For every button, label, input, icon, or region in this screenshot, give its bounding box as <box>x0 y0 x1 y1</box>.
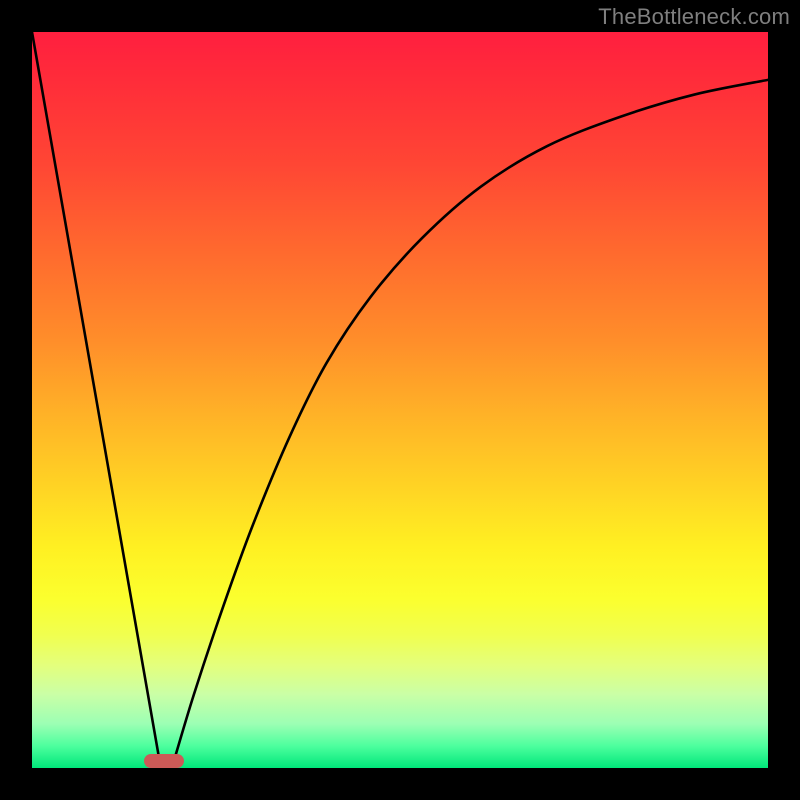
chart-frame: TheBottleneck.com <box>0 0 800 800</box>
left-line <box>32 32 161 768</box>
plot-area <box>32 32 768 768</box>
watermark-text: TheBottleneck.com <box>598 4 790 30</box>
chart-lines <box>32 32 768 768</box>
right-curve <box>172 80 768 768</box>
bottleneck-marker <box>144 754 184 768</box>
